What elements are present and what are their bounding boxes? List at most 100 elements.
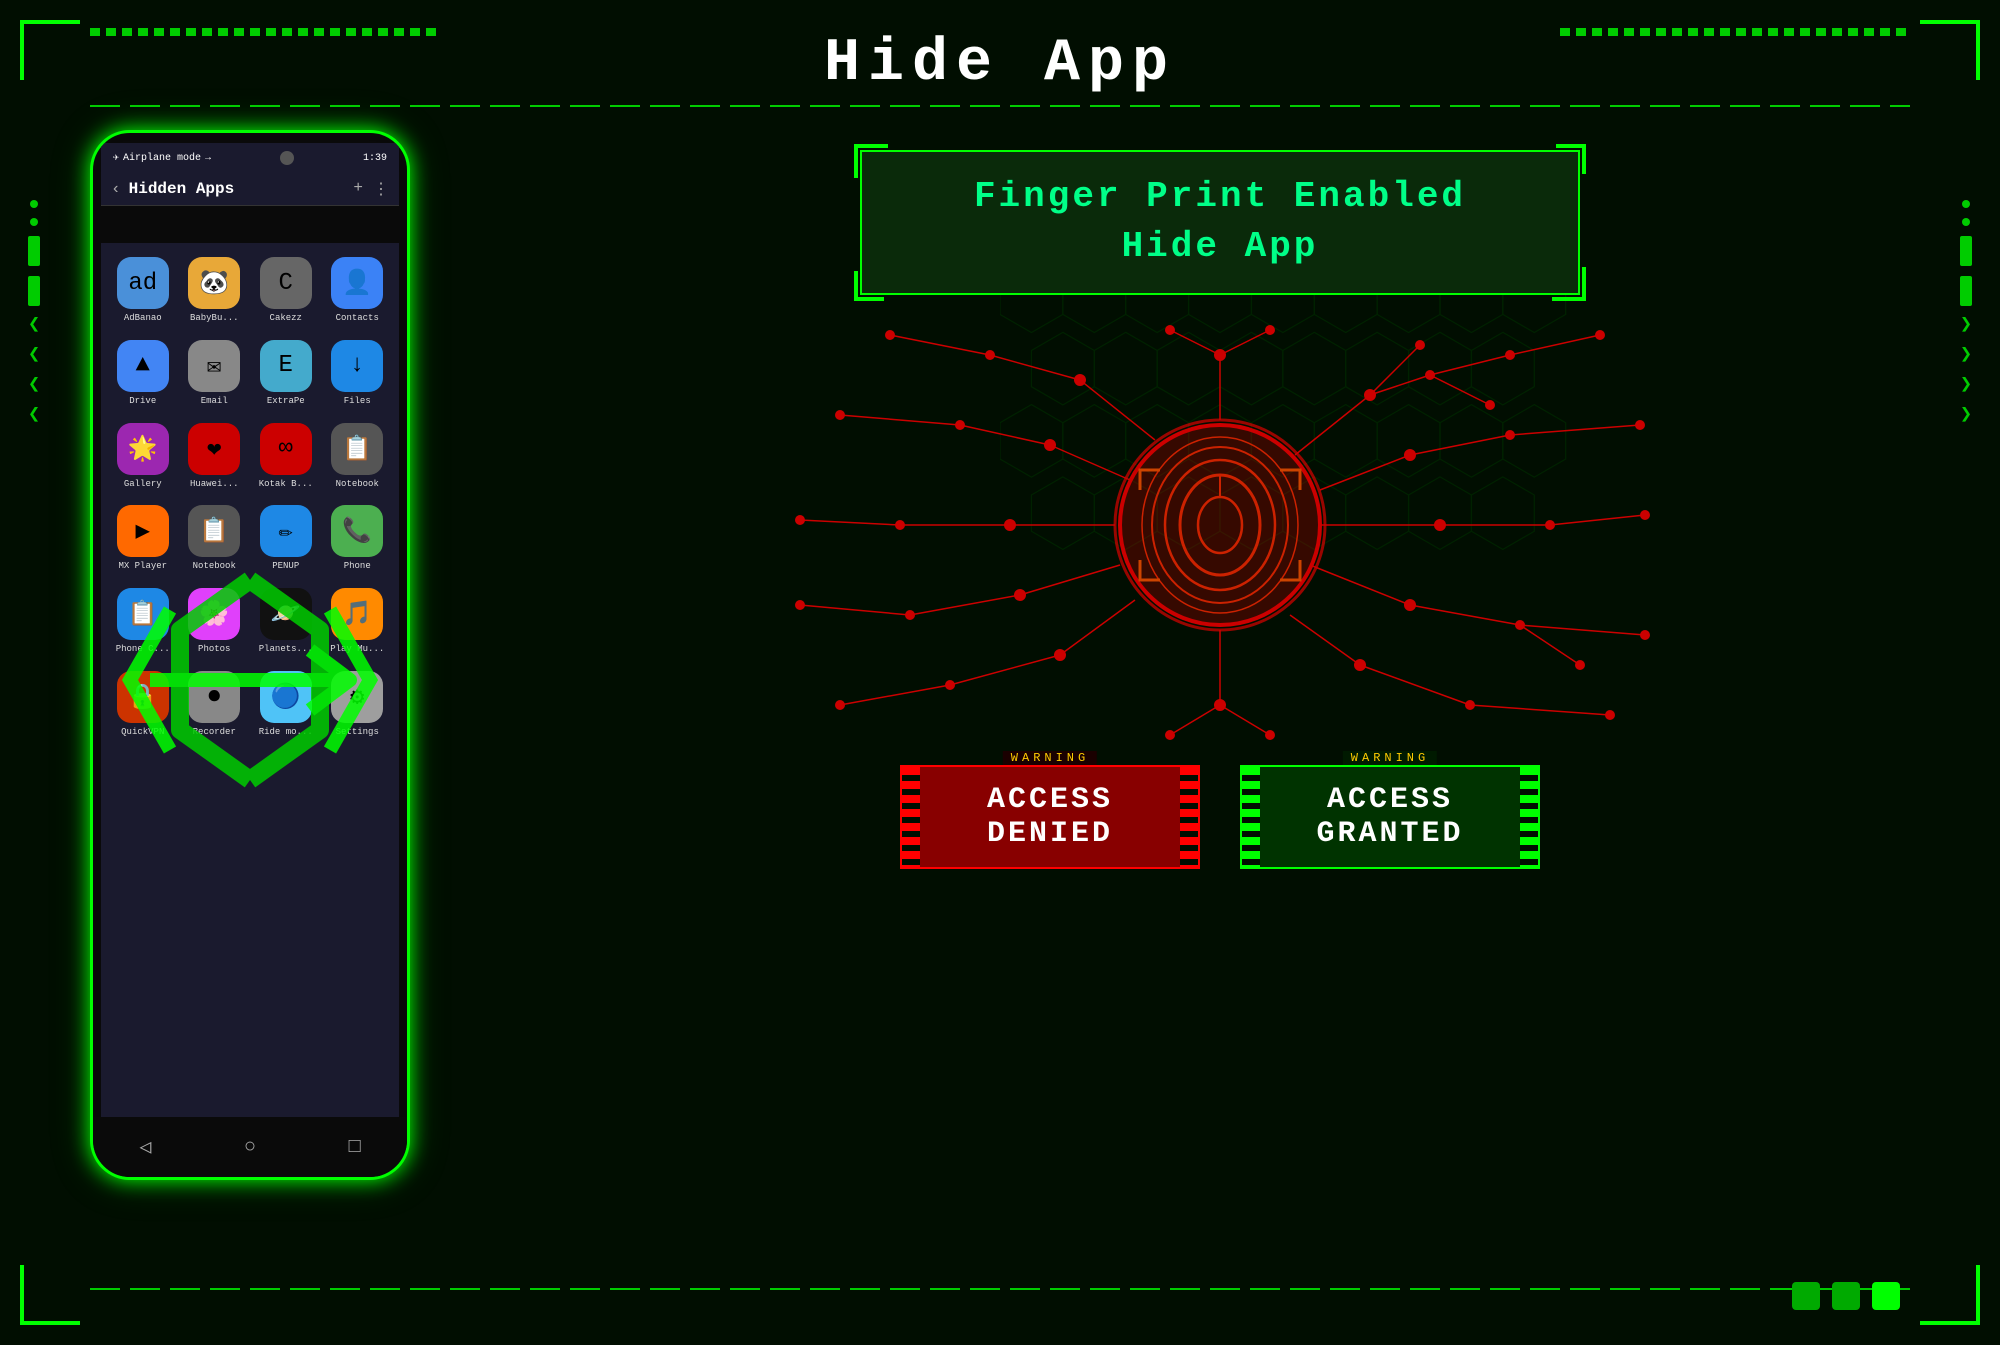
corner-bl xyxy=(20,1265,80,1325)
app-label: Kotak B... xyxy=(259,479,313,490)
app-item[interactable]: 👤Contacts xyxy=(324,251,392,330)
app-item[interactable]: ❤Huawei... xyxy=(181,417,249,496)
chevron-icon: ❮ xyxy=(28,376,40,396)
app-icon: ▲ xyxy=(117,340,169,392)
chevron-icon: ❯ xyxy=(1960,376,1972,396)
status-left: ✈ Airplane mode → xyxy=(113,152,211,164)
bottom-dot-1 xyxy=(1792,1282,1820,1310)
app-label: Photos xyxy=(198,644,230,655)
app-item[interactable]: 🌟 Gallery xyxy=(109,417,177,496)
app-icon: C xyxy=(260,257,312,309)
app-label: Cakezz xyxy=(270,313,302,324)
app-label: Gallery xyxy=(124,479,162,490)
phone-status-bar: ✈ Airplane mode → 1:39 xyxy=(101,143,399,173)
app-label: BabyBu... xyxy=(190,313,239,324)
bracket-bl xyxy=(854,271,884,301)
camera-circle xyxy=(280,151,294,165)
fp-title-line2: Hide App xyxy=(1122,226,1319,267)
app-item[interactable]: 📋 Notebook xyxy=(324,417,392,496)
side-decorations-left: ❮ ❮ ❮ ❮ xyxy=(28,200,40,426)
chevron-icon: ❮ xyxy=(28,346,40,366)
warning-label-denied: WARNING xyxy=(1003,751,1097,765)
fp-title-text: Finger Print Enabled Hide App xyxy=(902,172,1538,273)
app-item[interactable]: 📞Phone xyxy=(324,499,392,578)
app-icon: 🌸 xyxy=(188,588,240,640)
bottom-dot-2 xyxy=(1832,1282,1860,1310)
app-icon: 📋 xyxy=(117,588,169,640)
app-label: Notebook xyxy=(336,479,379,490)
app-item[interactable]: ▶MX Player xyxy=(109,499,177,578)
access-denied-text-line1: ACCESS xyxy=(960,783,1140,817)
app-item[interactable]: ✏ PENUP xyxy=(252,499,320,578)
menu-icon[interactable]: ⋮ xyxy=(373,179,389,199)
app-label: ExtraPe xyxy=(267,396,305,407)
home-nav-button[interactable]: ○ xyxy=(244,1136,256,1159)
bracket-br xyxy=(1556,271,1586,301)
app-item[interactable]: 🔒QuickVPN xyxy=(109,665,177,744)
app-icon: ∞ xyxy=(260,423,312,475)
fingerprint-diagram xyxy=(790,325,1650,745)
app-icon: 📋 xyxy=(331,423,383,475)
fp-diagram-container xyxy=(500,325,1940,745)
app-item[interactable]: ⏺Recorder xyxy=(181,665,249,744)
granted-right-stripe xyxy=(1520,765,1540,869)
app-label: MX Player xyxy=(118,561,167,572)
access-granted-text-line2: GRANTED xyxy=(1300,817,1480,851)
app-item[interactable]: E ExtraPe xyxy=(252,334,320,413)
deco-bottom-line xyxy=(90,1288,1910,1290)
app-item[interactable]: 📋Phone C... xyxy=(109,582,177,661)
access-granted-container: WARNING ACCESS GRANTED xyxy=(1240,765,1540,869)
app-icon: 🎵 xyxy=(331,588,383,640)
fp-title-line1: Finger Print Enabled xyxy=(974,176,1466,217)
app-icon: 📋 xyxy=(188,505,240,557)
app-icon: ad xyxy=(117,257,169,309)
app-icon: 🌟 xyxy=(117,423,169,475)
app-label: QuickVPN xyxy=(121,727,164,738)
app-icon: 🐼 xyxy=(188,257,240,309)
app-label: PENUP xyxy=(272,561,299,572)
app-label: Settings xyxy=(336,727,379,738)
recents-nav-button[interactable]: □ xyxy=(349,1136,361,1159)
app-item[interactable]: 🐼 BabyBu... xyxy=(181,251,249,330)
access-granted-button[interactable]: ACCESS GRANTED xyxy=(1260,765,1520,869)
chevron-icon: ❯ xyxy=(1960,316,1972,336)
access-denied-button[interactable]: ACCESS DENIED xyxy=(920,765,1180,869)
app-item[interactable]: 🪐 Planets... xyxy=(252,582,320,661)
app-icon: 🪐 xyxy=(260,588,312,640)
app-label: AdBanao xyxy=(124,313,162,324)
app-item[interactable]: ▲ Drive xyxy=(109,334,177,413)
add-icon[interactable]: + xyxy=(353,179,363,199)
access-granted-wrapper: ACCESS GRANTED xyxy=(1240,765,1540,869)
app-item[interactable]: 🎵 Play Mu... xyxy=(324,582,392,661)
back-nav-button[interactable]: ◁ xyxy=(139,1134,151,1160)
app-icon: ✏ xyxy=(260,505,312,557)
app-icon: 🔵 xyxy=(260,671,312,723)
app-item[interactable]: ⚙Settings xyxy=(324,665,392,744)
back-button[interactable]: ‹ xyxy=(111,180,121,198)
app-item[interactable]: ↓Files xyxy=(324,334,392,413)
granted-left-stripe xyxy=(1240,765,1260,869)
access-denied-wrapper: ACCESS DENIED xyxy=(900,765,1200,869)
app-item[interactable]: 🌸 Photos xyxy=(181,582,249,661)
deco-top-line xyxy=(90,105,1910,107)
app-label: Drive xyxy=(129,396,156,407)
app-item[interactable]: ✉Email xyxy=(181,334,249,413)
phone-topbar: ‹ Hidden Apps + ⋮ xyxy=(101,173,399,206)
side-dot xyxy=(1962,218,1970,226)
app-icon: E xyxy=(260,340,312,392)
right-panel: Finger Print Enabled Hide App xyxy=(500,130,1940,1285)
side-rect xyxy=(1960,236,1972,266)
app-label: Huawei... xyxy=(190,479,239,490)
app-label: Files xyxy=(344,396,371,407)
access-denied-container: WARNING ACCESS DENIED xyxy=(900,765,1200,869)
chevron-icon: ❯ xyxy=(1960,346,1972,366)
app-item[interactable]: 🔵Ride mo... xyxy=(252,665,320,744)
app-label: Play Mu... xyxy=(330,644,384,655)
app-item[interactable]: ∞ Kotak B... xyxy=(252,417,320,496)
app-item[interactable]: 📋Notebook xyxy=(181,499,249,578)
app-item[interactable]: ad AdBanao xyxy=(109,251,177,330)
access-granted-text-line1: ACCESS xyxy=(1300,783,1480,817)
app-label: Planets... xyxy=(259,644,313,655)
fp-title-container: Finger Print Enabled Hide App xyxy=(500,150,1940,295)
app-item[interactable]: C Cakezz xyxy=(252,251,320,330)
